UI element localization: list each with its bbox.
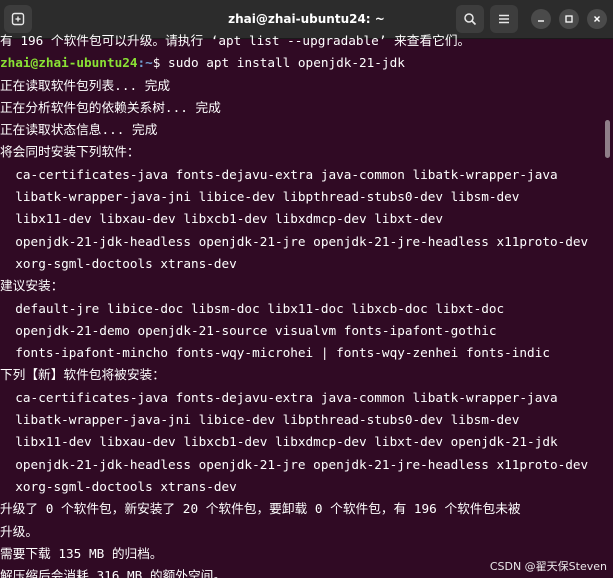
minimize-button[interactable]	[531, 9, 551, 29]
hamburger-menu-icon	[499, 14, 509, 24]
terminal-line: 有 196 个软件包可以升级。请执行 ‘apt list --upgradabl…	[0, 33, 471, 48]
prompt-line: zhai@zhai-ubuntu24:~$ sudo apt install o…	[0, 52, 600, 74]
menu-button[interactable]	[490, 5, 518, 33]
terminal-output[interactable]: 有 196 个软件包可以升级。请执行 ‘apt list --upgradabl…	[0, 30, 600, 578]
maximize-icon	[565, 15, 573, 23]
close-icon	[594, 16, 600, 22]
watermark: CSDN @翟天保Steven	[489, 560, 607, 573]
terminal-line: ca-certificates-java fonts-dejavu-extra …	[0, 389, 558, 405]
new-tab-button[interactable]	[4, 5, 32, 33]
terminal-line: xorg-sgml-doctools xtrans-dev	[0, 478, 237, 494]
terminal-line: 升级了 0 个软件包，新安装了 20 个软件包，要卸载 0 个软件包，有 196…	[0, 501, 521, 517]
terminal-line: 升级。	[0, 523, 39, 539]
prompt-command: $ sudo apt install openjdk-21-jdk	[152, 55, 405, 71]
terminal-line: fonts-ipafont-mincho fonts-wqy-microhei …	[0, 345, 550, 361]
terminal-line: openjdk-21-jdk-headless openjdk-21-jre o…	[0, 233, 589, 249]
search-icon	[464, 13, 477, 26]
terminal-line: default-jre libice-doc libsm-doc libx11-…	[0, 300, 505, 316]
prompt-user: zhai@zhai-ubuntu24	[0, 55, 138, 71]
terminal-line: 建议安装：	[0, 278, 64, 294]
maximize-button[interactable]	[559, 9, 579, 29]
search-button[interactable]	[456, 5, 484, 33]
terminal-line: openjdk-21-demo openjdk-21-source visual…	[0, 322, 497, 338]
minimize-icon	[538, 20, 544, 22]
terminal-line: 将会同时安装下列软件：	[0, 144, 140, 160]
terminal-line: libatk-wrapper-java-jni libice-dev libpt…	[0, 189, 520, 205]
terminal-line: 正在分析软件包的依赖关系树... 完成	[0, 99, 221, 115]
terminal-line: openjdk-21-jdk-headless openjdk-21-jre o…	[0, 456, 589, 472]
terminal-line: 正在读取软件包列表... 完成	[0, 77, 171, 93]
new-tab-icon	[11, 12, 25, 26]
terminal-line: ca-certificates-java fonts-dejavu-extra …	[0, 166, 558, 182]
terminal-line: libatk-wrapper-java-jni libice-dev libpt…	[0, 412, 520, 428]
scrollbar-thumb[interactable]	[605, 120, 610, 158]
prompt-path: :~	[137, 55, 153, 71]
close-button[interactable]	[587, 9, 607, 29]
terminal-line: 正在读取状态信息... 完成	[0, 122, 158, 138]
terminal-line: libx11-dev libxau-dev libxcb1-dev libxdm…	[0, 434, 558, 450]
terminal-line: 下列【新】软件包将被安装：	[0, 367, 165, 383]
terminal-line: xorg-sgml-doctools xtrans-dev	[0, 255, 237, 271]
terminal-line: libx11-dev libxau-dev libxcb1-dev libxdm…	[0, 211, 444, 227]
